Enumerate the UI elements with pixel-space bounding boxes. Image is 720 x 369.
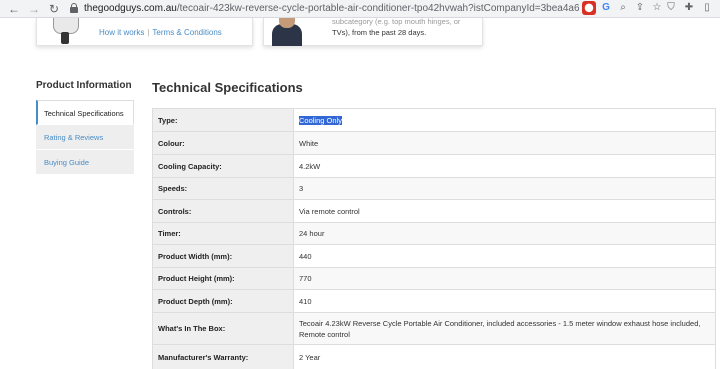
how-it-works-link[interactable]: How it works xyxy=(99,28,144,37)
spec-value: 3 xyxy=(293,177,716,200)
sidebar-item-technical-specifications[interactable]: Technical Specifications xyxy=(36,100,134,125)
spec-value: 440 xyxy=(293,244,716,268)
extension-badge-icon[interactable]: ⬤ xyxy=(582,1,596,15)
spec-label: Type: xyxy=(152,108,294,132)
spec-label: Cooling Capacity: xyxy=(152,154,294,178)
spec-value: Via remote control xyxy=(293,199,716,223)
table-row: Type: Cooling Only xyxy=(152,108,716,132)
spec-label: Colour: xyxy=(152,131,294,155)
selected-text: Cooling Only xyxy=(299,115,342,125)
table-row: Manufacturer's Warranty: 2 Year xyxy=(152,344,716,369)
back-arrow-icon[interactable]: ← xyxy=(6,1,22,17)
forward-arrow-icon[interactable]: → xyxy=(26,1,42,17)
spec-value: 2 Year xyxy=(293,344,716,369)
spec-table: Type: Cooling Only Colour: White Cooling… xyxy=(152,108,716,369)
shield-extension-icon[interactable]: ⛉ xyxy=(664,1,678,15)
lock-icon[interactable] xyxy=(70,3,78,13)
page-title: Technical Specifications xyxy=(152,80,303,95)
spec-label: Controls: xyxy=(152,199,294,223)
spec-label: Manufacturer's Warranty: xyxy=(152,344,294,369)
share-icon[interactable]: ⇪ xyxy=(633,1,647,15)
sidebar-item-buying-guide[interactable]: Buying Guide xyxy=(36,150,134,175)
url-text[interactable]: thegoodguys.com.au/tecoair-423kw-reverse… xyxy=(84,2,579,15)
spec-value: 24 hour xyxy=(293,222,716,245)
promo-card-text: subcategory (e.g. top mouth hinges, or T… xyxy=(332,17,461,37)
spec-value: Tecoair 4.23kW Reverse Cycle Portable Ai… xyxy=(293,312,716,345)
spec-label: Product Depth (mm): xyxy=(152,289,294,313)
spec-value: 4.2kW xyxy=(293,154,716,178)
spec-value: 410 xyxy=(293,289,716,313)
table-row: Colour: White xyxy=(152,131,716,155)
spec-label: What's In The Box: xyxy=(152,312,294,345)
person-image xyxy=(270,18,304,46)
reload-icon[interactable]: ↻ xyxy=(46,1,62,17)
google-translate-icon[interactable]: G xyxy=(599,1,613,15)
extensions-puzzle-icon[interactable]: ✚ xyxy=(682,1,696,15)
spec-value: Cooling Only xyxy=(293,108,716,132)
mascot-figure xyxy=(47,18,87,46)
spec-value: White xyxy=(293,131,716,155)
side-panel-icon[interactable]: ▯ xyxy=(700,1,714,15)
table-row: Timer: 24 hour xyxy=(152,222,716,245)
table-row: Speeds: 3 xyxy=(152,177,716,200)
table-row: Cooling Capacity: 4.2kW xyxy=(152,154,716,178)
table-row: Controls: Via remote control xyxy=(152,199,716,223)
promo-card-left: How it works | Terms & Conditions xyxy=(36,18,253,46)
zoom-icon[interactable]: ⌕ xyxy=(616,1,630,15)
spec-label: Product Height (mm): xyxy=(152,267,294,290)
table-row: Product Width (mm): 440 xyxy=(152,244,716,268)
terms-conditions-link[interactable]: Terms & Conditions xyxy=(152,28,221,37)
spec-label: Product Width (mm): xyxy=(152,244,294,268)
sidebar-title: Product Information xyxy=(36,80,132,91)
promo-card-right: subcategory (e.g. top mouth hinges, or T… xyxy=(263,17,483,46)
table-row: Product Height (mm): 770 xyxy=(152,267,716,290)
table-row: What's In The Box: Tecoair 4.23kW Revers… xyxy=(152,312,716,345)
sidebar-item-rating-reviews[interactable]: Rating & Reviews xyxy=(36,125,134,150)
spec-label: Timer: xyxy=(152,222,294,245)
spec-value: 770 xyxy=(293,267,716,290)
address-bar[interactable]: thegoodguys.com.au/tecoair-423kw-reverse… xyxy=(64,0,661,17)
table-row: Product Depth (mm): 410 xyxy=(152,289,716,313)
sidebar-menu: Technical Specifications Rating & Review… xyxy=(36,100,134,175)
spec-label: Speeds: xyxy=(152,177,294,200)
bookmark-star-icon[interactable]: ☆ xyxy=(650,1,664,15)
